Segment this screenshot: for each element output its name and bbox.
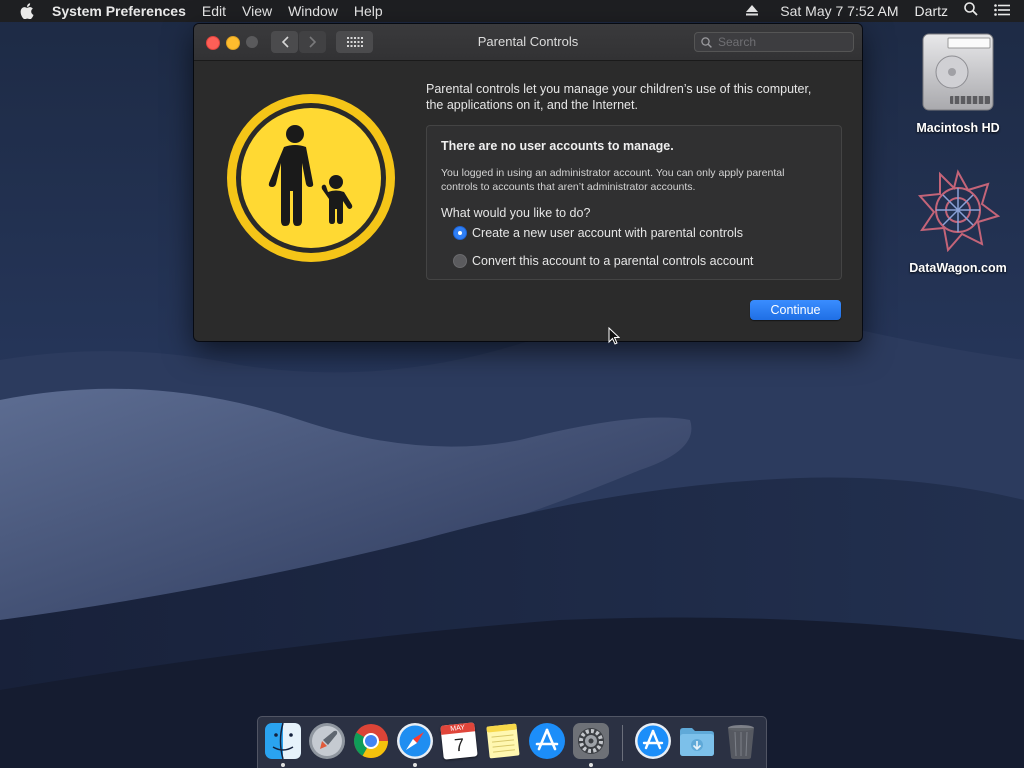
close-window-button[interactable] [206,36,220,50]
question-label: What would you like to do? [441,206,591,220]
search-icon [701,36,712,48]
menu-edit[interactable]: Edit [194,0,234,22]
option-convert-account-label[interactable]: Convert this account to a parental contr… [472,254,753,268]
running-indicator [413,763,417,767]
eject-icon[interactable] [738,0,766,22]
chevron-right-icon [308,36,316,48]
launchpad-icon[interactable] [308,722,346,760]
parental-controls-badge-icon [227,94,395,262]
menu-help[interactable]: Help [346,0,391,22]
minimize-window-button[interactable] [226,36,240,50]
back-button[interactable] [271,31,298,53]
radio-convert-account[interactable] [453,254,467,268]
dock-separator [622,725,623,761]
mouse-cursor-icon [608,327,620,345]
dock: MAY 7 [257,716,767,768]
notification-center-icon[interactable] [986,0,1024,22]
menu-bar: System Preferences Edit View Window Help… [0,0,1024,22]
menu-window[interactable]: Window [280,0,346,22]
search-field[interactable] [694,32,854,52]
option-create-account-label[interactable]: Create a new user account with parental … [472,226,743,240]
menu-view[interactable]: View [234,0,280,22]
desktop-icon-label: Macintosh HD [916,121,1000,135]
app-store-downloads-icon[interactable] [634,722,672,760]
zoom-window-button[interactable] [246,36,258,48]
desktop-icon-label: DataWagon.com [909,261,1007,275]
menu-app-name[interactable]: System Preferences [44,0,194,22]
safari-icon[interactable] [396,722,434,760]
search-input[interactable] [716,34,840,50]
calendar-icon[interactable]: MAY 7 [440,722,478,760]
no-accounts-heading: There are no user accounts to manage. [441,139,674,153]
show-all-button[interactable] [336,31,373,53]
continue-button[interactable]: Continue [750,300,841,320]
menu-user[interactable]: Dartz [907,0,956,22]
running-indicator [589,763,593,767]
running-indicator [281,763,285,767]
datawagon-logo-icon [917,169,1001,253]
calendar-day: 7 [453,734,466,756]
menu-clock[interactable]: Sat May 7 7:52 AM [766,0,906,22]
system-preferences-icon[interactable] [572,722,610,760]
spotlight-search-icon[interactable] [956,0,986,22]
desktop-icon-datawagon[interactable]: DataWagon.com [898,168,1018,275]
options-panel: There are no user accounts to manage. Yo… [426,125,842,280]
notes-icon[interactable] [484,722,522,760]
title-bar[interactable]: Parental Controls [194,24,862,61]
chevron-left-icon [281,36,289,48]
desktop-icon-macintosh-hd[interactable]: Macintosh HD [898,32,1018,135]
finder-icon[interactable] [264,722,302,760]
app-store-icon[interactable] [528,722,566,760]
intro-text: Parental controls let you manage your ch… [426,82,812,112]
grid-icon [346,37,363,47]
trash-icon[interactable] [722,722,760,760]
apple-menu-icon[interactable] [0,3,44,19]
radio-create-account[interactable] [453,226,467,240]
admin-note: You logged in using an administrator acc… [441,167,785,193]
chrome-icon[interactable] [352,722,390,760]
hard-drive-icon [922,33,994,111]
parental-controls-window: Parental Controls Parental controls let … [194,24,862,341]
option-convert-account[interactable]: Convert this account to a parental contr… [453,254,753,268]
forward-button[interactable] [299,31,326,53]
downloads-folder-icon[interactable] [678,722,716,760]
option-create-account[interactable]: Create a new user account with parental … [453,226,743,240]
